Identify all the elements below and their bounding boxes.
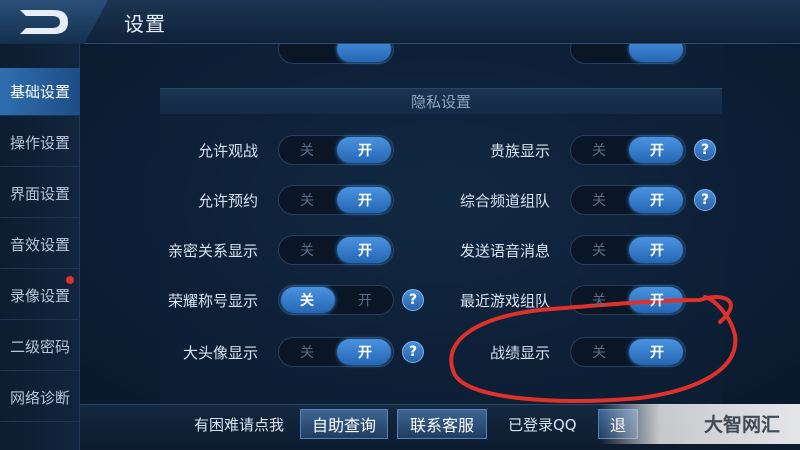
sidebar-item-recording-settings[interactable]: 录像设置 (0, 272, 80, 320)
toggle-on-option[interactable]: 开 (337, 136, 393, 164)
toggle-off-option[interactable]: 关 (279, 236, 335, 264)
toggle-on-option[interactable]: 开 (629, 136, 685, 164)
sidebar-item-basic-settings[interactable]: 基础设置 (0, 68, 80, 116)
setting-label: 允许观战 (197, 142, 258, 160)
question-icon[interactable]: ? (694, 189, 716, 211)
back-arrow-icon (20, 10, 68, 34)
sidebar: 基础设置 操作设置 界面设置 音效设置 录像设置 二级密码 网络诊断 (0, 44, 80, 450)
setting-toggle-right-2[interactable]: 关开 (570, 235, 686, 265)
setting-toggle-right-0[interactable]: 关开 (570, 135, 686, 165)
sidebar-item-label: 录像设置 (9, 287, 70, 305)
setting-label: 荣耀称号显示 (167, 292, 258, 310)
setting-toggle-left-4[interactable]: 关开 (278, 337, 394, 367)
sidebar-item-secondary-password[interactable]: 二级密码 (0, 323, 80, 371)
setting-toggle-left-2[interactable]: 关开 (278, 235, 394, 265)
toggle-off-option[interactable]: 关 (571, 338, 627, 366)
setting-label: 贵族显示 (489, 142, 550, 160)
page-title-overlay: 设置 (124, 12, 166, 36)
self-help-button[interactable]: 自助查询 (300, 409, 388, 439)
sidebar-item-label: 界面设置 (9, 185, 70, 203)
setting-label: 发送语音消息 (459, 242, 550, 260)
login-status: 已登录QQ (508, 416, 577, 434)
setting-toggle-left-0[interactable]: 关开 (278, 135, 394, 165)
toggle-on-option[interactable]: 开 (629, 186, 685, 214)
toggle-off-option[interactable]: 关 (571, 286, 627, 314)
setting-label: 战绩显示 (489, 344, 550, 362)
toggle-on-option[interactable]: 开 (629, 338, 685, 366)
toggle-off-option[interactable]: 关 (571, 136, 627, 164)
sidebar-item-label: 操作设置 (9, 134, 70, 152)
setting-toggle-left-3[interactable]: 关开 (278, 285, 394, 315)
top-bar-overlay (0, 0, 800, 44)
help-prompt: 有困难请点我 (194, 416, 285, 434)
toggle-on-option[interactable]: 开 (337, 286, 393, 314)
setting-toggle-right-3[interactable]: 关开 (570, 285, 686, 315)
sidebar-item-sound-settings[interactable]: 音效设置 (0, 221, 80, 269)
setting-toggle-left-1[interactable]: 关开 (278, 185, 394, 215)
setting-label: 综合频道组队 (459, 192, 550, 210)
section-title: 隐私设置 (410, 93, 471, 111)
toggle-off-option[interactable]: 关 (279, 338, 335, 366)
sidebar-item-label: 二级密码 (9, 338, 70, 356)
toggle-off-option[interactable]: 关 (571, 186, 627, 214)
toggle-on-option[interactable]: 开 (337, 338, 393, 366)
toggle-off-option[interactable]: 关 (279, 186, 335, 214)
toggle-off-option[interactable]: 关 (571, 236, 627, 264)
sidebar-item-label: 网络诊断 (9, 389, 70, 407)
sidebar-item-label: 基础设置 (9, 83, 70, 101)
notification-dot (66, 276, 74, 284)
sidebar-item-interface-settings[interactable]: 界面设置 (0, 170, 80, 218)
setting-label: 允许预约 (197, 192, 258, 210)
setting-label: 亲密关系显示 (167, 242, 258, 260)
section-header-privacy: 隐私设置 (160, 88, 722, 114)
sidebar-item-label: 音效设置 (9, 236, 70, 254)
watermark-text: 大智网汇 (704, 414, 781, 436)
toggle-on-option[interactable]: 开 (337, 236, 393, 264)
contact-support-button[interactable]: 联系客服 (397, 409, 487, 439)
sidebar-item-control-settings[interactable]: 操作设置 (0, 119, 80, 167)
toggle-off-option[interactable]: 关 (279, 136, 335, 164)
question-icon[interactable]: ? (694, 139, 716, 161)
toggle-on-option[interactable]: 开 (629, 236, 685, 264)
setting-label: 大头像显示 (182, 344, 258, 362)
toggle-on-option[interactable]: 开 (629, 286, 685, 314)
toggle-on-option[interactable]: 开 (337, 186, 393, 214)
setting-label: 最近游戏组队 (459, 292, 550, 310)
sidebar-item-network-diagnosis[interactable]: 网络诊断 (0, 374, 80, 422)
toggle-off-option[interactable]: 关 (279, 286, 335, 314)
setting-toggle-right-1[interactable]: 关开 (570, 185, 686, 215)
setting-toggle-right-4[interactable]: 关开 (570, 337, 686, 367)
